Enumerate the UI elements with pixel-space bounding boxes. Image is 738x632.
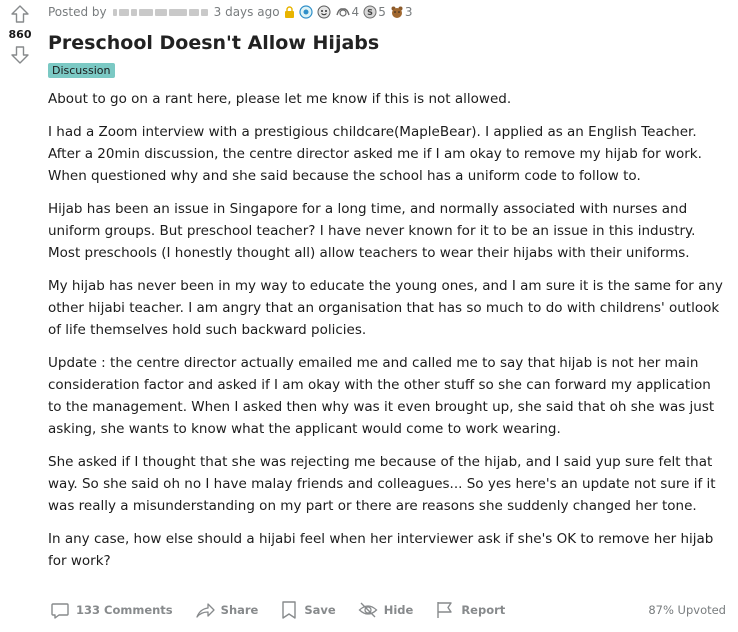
- share-button[interactable]: Share: [195, 600, 259, 620]
- bear-award-count: 3: [404, 5, 413, 19]
- share-icon: [196, 603, 215, 618]
- bear-award-icon[interactable]: 3: [390, 5, 413, 19]
- author-username-redacted[interactable]: [112, 8, 208, 16]
- upvote-button[interactable]: [8, 2, 32, 26]
- post-flair[interactable]: Discussion: [48, 63, 115, 78]
- post-paragraph: Update : the centre director actually em…: [48, 355, 715, 437]
- report-button[interactable]: Report: [435, 600, 505, 620]
- svg-text:S: S: [367, 8, 373, 17]
- hide-label: Hide: [383, 603, 414, 617]
- vote-count: 860: [8, 28, 32, 41]
- bookmark-icon: [282, 601, 297, 619]
- post-title[interactable]: Preschool Doesn't Allow Hijabs: [48, 31, 728, 55]
- silver-award-icon[interactable]: S 5: [363, 5, 386, 19]
- post-meta: Posted by 3 days ago 4 S 5 3: [48, 1, 728, 23]
- locked-icon: [284, 6, 295, 18]
- post-paragraph: She asked if I thought that she was reje…: [48, 454, 716, 514]
- hugz-award-count: 4: [351, 5, 360, 19]
- downvote-button[interactable]: [8, 43, 32, 67]
- save-button[interactable]: Save: [280, 600, 336, 620]
- report-label: Report: [461, 603, 506, 617]
- post: Posted by 3 days ago 4 S 5 3 Preschool D…: [48, 0, 728, 583]
- posted-by-label: Posted by: [48, 5, 107, 19]
- save-label: Save: [304, 603, 336, 617]
- silver-award-count: 5: [378, 5, 386, 19]
- upvote-arrow-icon: [11, 5, 29, 23]
- post-paragraph: Hijab has been an issue in Singapore for…: [48, 201, 696, 261]
- post-paragraph: About to go on a rant here, please let m…: [48, 91, 512, 107]
- share-label: Share: [220, 603, 259, 617]
- comments-label: 133 Comments: [76, 603, 173, 617]
- post-paragraph: My hijab has never been in my way to edu…: [48, 278, 723, 338]
- post-body: About to go on a rant here, please let m…: [48, 88, 728, 572]
- post-action-bar: 133 Comments Share Save Hide Report 87% …: [50, 598, 726, 622]
- hide-button[interactable]: Hide: [358, 600, 414, 620]
- downvote-arrow-icon: [11, 46, 29, 64]
- comments-button[interactable]: 133 Comments: [50, 600, 173, 620]
- post-time[interactable]: 3 days ago: [214, 5, 280, 19]
- upvote-ratio: 87% Upvoted: [648, 603, 726, 617]
- post-paragraph: I had a Zoom interview with a prestigiou…: [48, 124, 702, 184]
- helpful-award-icon[interactable]: [298, 5, 313, 19]
- flag-icon: [437, 602, 453, 618]
- comment-icon: [51, 603, 69, 619]
- wholesome-award-icon[interactable]: [317, 5, 331, 19]
- hugz-award-icon[interactable]: 4: [335, 5, 360, 19]
- hide-eye-icon: [358, 602, 378, 618]
- vote-column: 860: [0, 0, 40, 67]
- post-paragraph: In any case, how else should a hijabi fe…: [48, 531, 714, 569]
